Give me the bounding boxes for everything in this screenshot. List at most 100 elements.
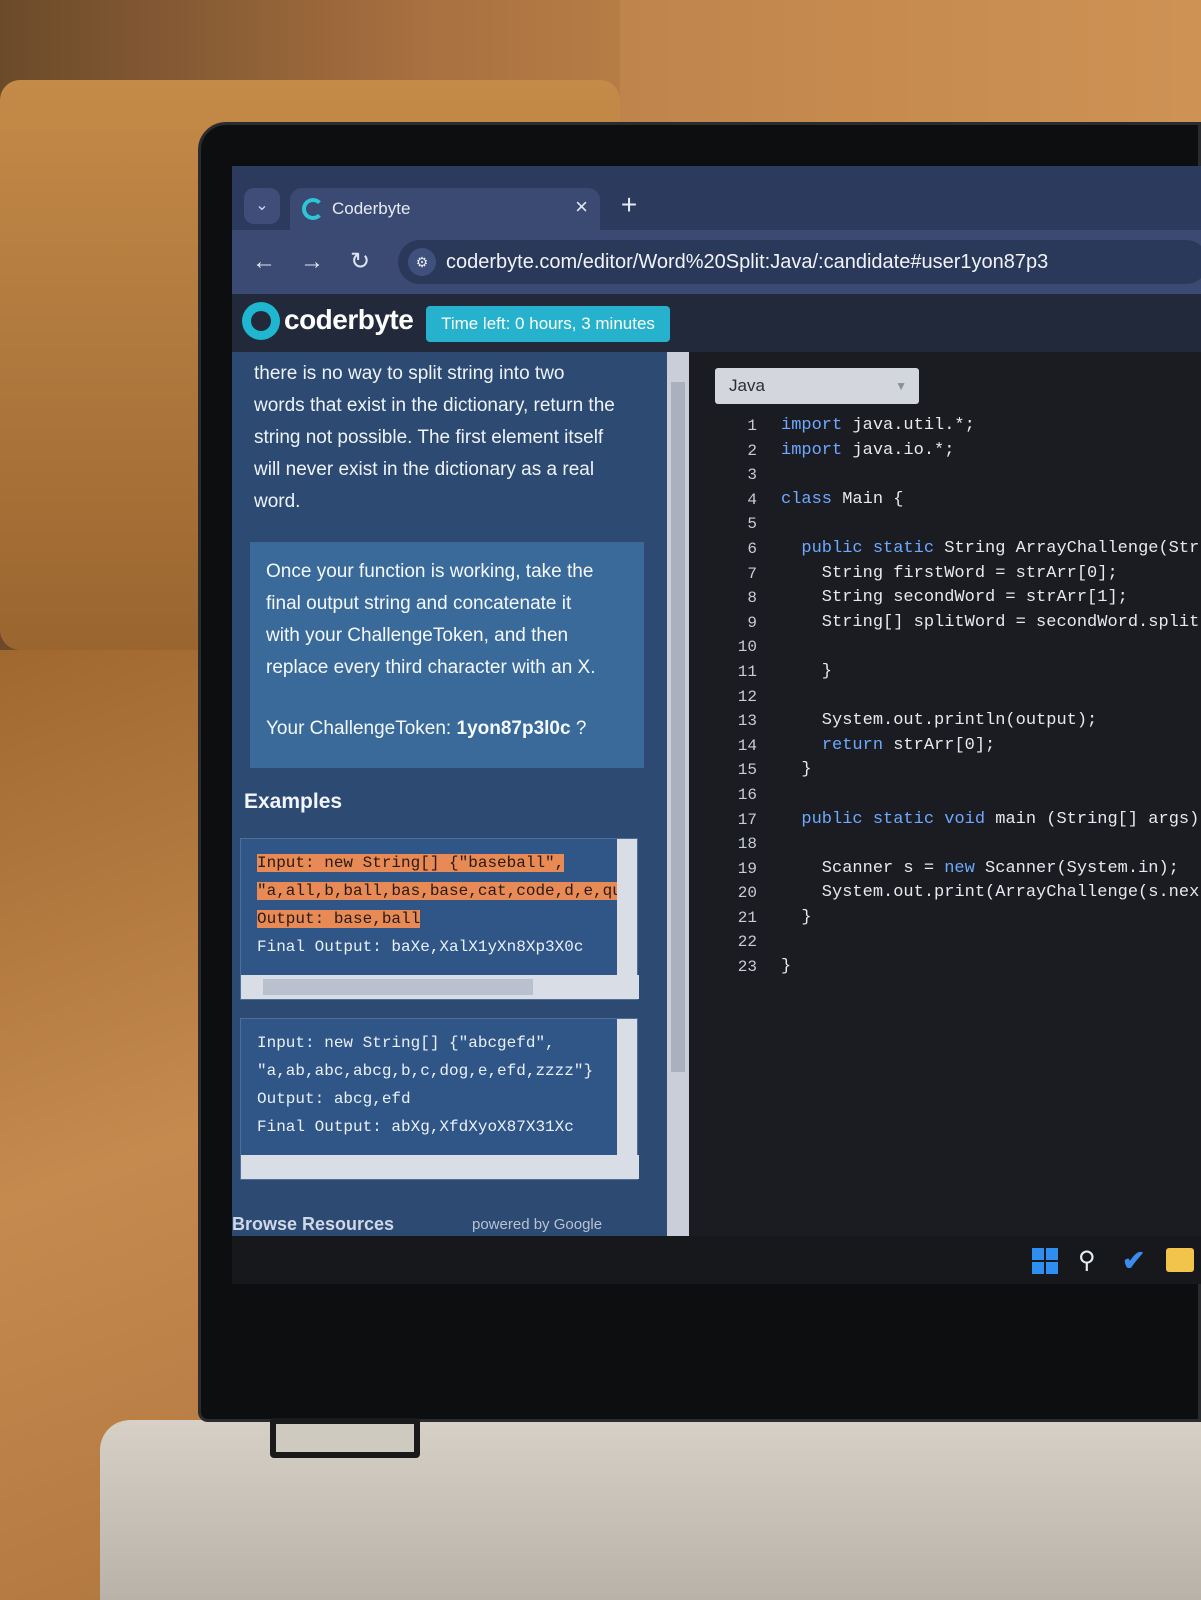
- example-horizontal-scrollbar[interactable]: [241, 975, 639, 999]
- back-arrow-icon[interactable]: ←: [246, 244, 282, 280]
- reload-icon[interactable]: ↻: [342, 244, 378, 280]
- url-text: coderbyte.com/editor/Word%20Split:Java/:…: [446, 251, 1049, 273]
- browser-toolbar: ← → ↻ ⚙ coderbyte.com/editor/Word%20Spli…: [232, 230, 1201, 294]
- code-line: }: [781, 957, 792, 977]
- language-value: Java: [729, 376, 765, 395]
- site-info-icon[interactable]: ⚙: [408, 248, 436, 276]
- line-number: 17: [737, 810, 757, 829]
- chevron-down-icon: ▼: [895, 379, 907, 393]
- code-line: String[] splitWord = secondWord.split: [781, 612, 1200, 632]
- tab-search-dropdown[interactable]: ⌄: [244, 188, 280, 224]
- note-line: Once your function is working, take the: [266, 561, 594, 582]
- example-box-2[interactable]: Input: new String[] {"abcgefd", "a,ab,ab…: [240, 1018, 639, 1180]
- scroll-thumb[interactable]: [263, 979, 533, 995]
- challenge-pane-scrollbar[interactable]: [667, 352, 689, 1236]
- code-line: }: [781, 907, 812, 927]
- example-line: Output: abcg,efd: [257, 1090, 411, 1108]
- line-number: 10: [737, 638, 757, 657]
- example-line: Final Output: baXe,XalX1yXn8Xp3X0c: [257, 938, 584, 956]
- coderbyte-page: coderbyte Time left: 0 hours, 3 minutes …: [232, 294, 1201, 1284]
- line-number: 21: [737, 908, 757, 927]
- file-explorer-icon[interactable]: [1166, 1248, 1194, 1272]
- browser-tab[interactable]: Coderbyte ×: [290, 188, 600, 230]
- line-number: 3: [747, 466, 757, 485]
- line-number-gutter: 1 2 3 4 5 6 7 8 9 10 11 12 13 14 15 16 17 18 19 20 21 22 23: [717, 414, 757, 980]
- line-number: 2: [747, 441, 757, 460]
- note-line: replace every third character with an X.: [266, 657, 596, 678]
- token-value: 1yon87p3l0c: [456, 718, 571, 739]
- line-number: 14: [737, 736, 757, 755]
- prose-line: will never exist in the dictionary as a …: [254, 459, 595, 480]
- line-number: 11: [737, 662, 757, 681]
- prose-line: word.: [254, 491, 301, 512]
- laptop-hinge: [270, 1418, 420, 1458]
- code-line: String secondWord = strArr[1];: [781, 588, 1128, 608]
- windows-taskbar: ⚲ ✔: [232, 1236, 1201, 1284]
- example-code: Input: new String[] {"baseball", "a,all,…: [257, 849, 619, 961]
- code-line: }: [781, 661, 833, 681]
- example-vertical-scrollbar[interactable]: [617, 1019, 637, 1155]
- coderbyte-logo-icon: [242, 302, 280, 340]
- language-select[interactable]: Java ▼: [715, 368, 919, 404]
- coderbyte-logo-text: coderbyte: [284, 304, 414, 335]
- scroll-thumb[interactable]: [671, 382, 685, 1072]
- line-number: 12: [737, 687, 757, 706]
- new-tab-button[interactable]: +: [612, 190, 646, 224]
- code-area[interactable]: import java.util.*; import java.io.*; clas…: [781, 414, 1199, 980]
- line-number: 22: [737, 933, 757, 952]
- challenge-description: there is no way to split string into two…: [254, 358, 646, 518]
- code-line: System.out.print(ArrayChallenge(s.nex: [781, 883, 1200, 903]
- example-line: Output: base,ball: [257, 910, 421, 928]
- line-number: 16: [737, 785, 757, 804]
- line-number: 8: [747, 589, 757, 608]
- code-line: return strArr[0];: [821, 735, 996, 755]
- windows-start-icon[interactable]: [1032, 1248, 1058, 1274]
- code-line: class Main {: [781, 489, 904, 509]
- laptop-screen: ⌄ Coderbyte × + ← → ↻ ⚙ coderbyte.com/ed…: [232, 166, 1201, 1284]
- search-icon[interactable]: ⚲: [1078, 1246, 1096, 1275]
- examples-heading: Examples: [244, 790, 343, 813]
- token-label: Your ChallengeToken:: [266, 718, 452, 739]
- prose-line: there is no way to split string into two: [254, 363, 565, 384]
- challenge-pane: there is no way to split string into two…: [232, 352, 667, 1236]
- code-line: Scanner s = new Scanner(System.in);: [781, 858, 1179, 878]
- address-bar[interactable]: ⚙ coderbyte.com/editor/Word%20Split:Java…: [398, 240, 1201, 284]
- browse-resources-link[interactable]: Browse Resources: [232, 1214, 394, 1235]
- prose-line: words that exist in the dictionary, retu…: [254, 395, 615, 416]
- line-number: 20: [737, 884, 757, 903]
- example-horizontal-scrollbar[interactable]: [241, 1155, 639, 1179]
- line-number: 6: [747, 539, 757, 558]
- token-help-icon[interactable]: ?: [576, 718, 587, 739]
- code-line: import java.io.*;: [781, 440, 955, 460]
- code-line: }: [781, 760, 812, 780]
- line-number: 5: [747, 515, 757, 534]
- tab-close-icon[interactable]: ×: [575, 194, 588, 220]
- note-line: with your ChallengeToken, and then: [266, 625, 569, 646]
- line-number: 18: [737, 835, 757, 854]
- forward-arrow-icon[interactable]: →: [294, 244, 330, 280]
- line-number: 15: [737, 761, 757, 780]
- example-vertical-scrollbar[interactable]: [617, 839, 637, 975]
- line-number: 19: [737, 859, 757, 878]
- code-editor[interactable]: Java ▼ 1 2 3 4 5 6 7 8 9 10 11 12 13 14 15 16 17 18 19 20 21…: [689, 352, 1201, 1236]
- example-line: "a,all,b,ball,bas,base,cat,code,d,e,qu: [257, 882, 619, 900]
- prose-line: string not possible. The first element i…: [254, 427, 604, 448]
- line-number: 7: [747, 564, 757, 583]
- todo-check-icon[interactable]: ✔: [1122, 1244, 1145, 1277]
- example-code: Input: new String[] {"abcgefd", "a,ab,ab…: [257, 1029, 619, 1141]
- line-number: 23: [737, 958, 757, 977]
- note-line: final output string and concatenate it: [266, 593, 572, 614]
- code-line: String firstWord = strArr[0];: [781, 563, 1118, 583]
- example-line: Final Output: abXg,XfdXyoX87X31Xc: [257, 1118, 574, 1136]
- line-number: 1: [747, 417, 757, 435]
- code-line: public static String ArrayChallenge(Str: [801, 538, 1200, 558]
- powered-by-google: powered by Google: [472, 1216, 603, 1233]
- example-box-1[interactable]: Input: new String[] {"baseball", "a,all,…: [240, 838, 639, 1000]
- coderbyte-favicon-icon: [302, 198, 324, 220]
